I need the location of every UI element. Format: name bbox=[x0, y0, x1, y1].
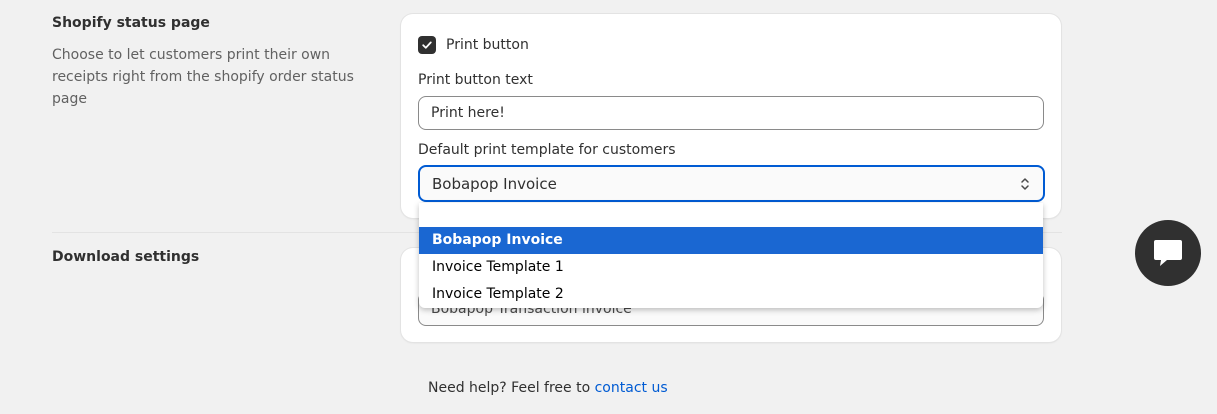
contact-us-link[interactable]: contact us bbox=[595, 380, 668, 396]
default-template-select[interactable]: Bobapop Invoice bbox=[418, 165, 1045, 202]
checkmark-icon bbox=[422, 41, 432, 49]
template-dropdown-list: Bobapop Invoice Invoice Template 1 Invoi… bbox=[419, 203, 1043, 308]
default-template-label: Default print template for customers bbox=[418, 142, 676, 158]
print-button-checkbox-label: Print button bbox=[446, 37, 529, 53]
status-section-title: Shopify status page bbox=[52, 15, 210, 31]
dropdown-option-invoice-template-2[interactable]: Invoice Template 2 bbox=[419, 281, 1043, 308]
status-section-description: Choose to let customers print their own … bbox=[52, 47, 354, 107]
chat-bubble-icon bbox=[1154, 240, 1182, 266]
default-template-value: Bobapop Invoice bbox=[432, 174, 557, 193]
chevron-up-down-icon bbox=[1021, 177, 1029, 190]
chat-button[interactable] bbox=[1135, 220, 1201, 286]
help-text: Need help? Feel free to contact us bbox=[428, 380, 668, 396]
print-button-text-label: Print button text bbox=[418, 72, 533, 88]
print-button-checkbox[interactable] bbox=[418, 36, 436, 54]
print-button-checkbox-row[interactable]: Print button bbox=[418, 36, 529, 54]
dropdown-option-empty[interactable] bbox=[419, 203, 1043, 230]
dropdown-option-invoice-template-1[interactable]: Invoice Template 1 bbox=[419, 254, 1043, 281]
print-button-text-input[interactable] bbox=[418, 96, 1044, 130]
dropdown-option-bobapop-invoice[interactable]: Bobapop Invoice bbox=[419, 227, 1043, 254]
help-text-prefix: Need help? Feel free to bbox=[428, 380, 591, 396]
download-section-title: Download settings bbox=[52, 249, 200, 265]
